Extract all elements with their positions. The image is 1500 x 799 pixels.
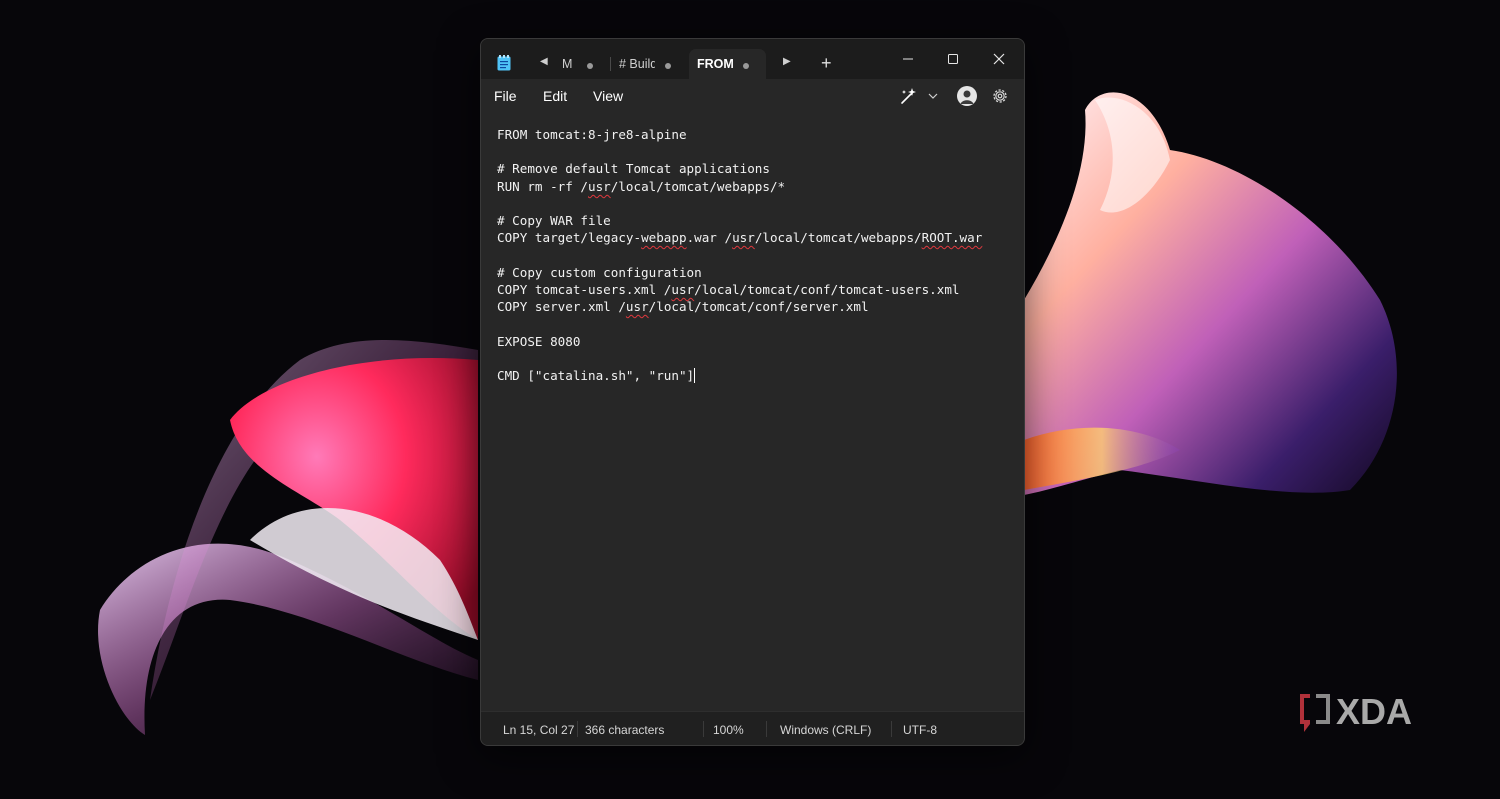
- code-line: # Copy custom configuration: [497, 265, 702, 280]
- close-icon[interactable]: [985, 45, 1013, 73]
- status-zoom[interactable]: 100%: [713, 723, 744, 737]
- status-separator: [703, 721, 704, 737]
- tab-1-unsaved-dot: [587, 63, 593, 69]
- menu-file[interactable]: File: [494, 88, 517, 104]
- tab-scroll-left-icon[interactable]: ◀: [540, 56, 548, 67]
- text-cursor: [694, 368, 696, 383]
- code-line: COPY tomcat-users.xml /usr/local/tomcat/…: [497, 282, 960, 297]
- tab-1[interactable]: M: [553, 49, 611, 79]
- tab-3-label: FROM: [697, 57, 734, 71]
- menu-edit[interactable]: Edit: [543, 88, 567, 104]
- menu-bar: File Edit View: [481, 79, 1024, 113]
- tab-1-label: M: [562, 57, 573, 71]
- plus-icon[interactable]: +: [821, 53, 832, 73]
- status-separator: [891, 721, 892, 737]
- minimize-icon[interactable]: [894, 45, 922, 73]
- tab-2-label: # Build: [619, 57, 655, 71]
- notepad-window: ◀ M # Build FROM ▶ + File Edit View FROM…: [480, 38, 1025, 746]
- status-separator: [766, 721, 767, 737]
- spelling-error: usr: [671, 282, 695, 297]
- tab-3-unsaved-dot: [743, 63, 749, 69]
- title-bar[interactable]: ◀ M # Build FROM ▶ +: [481, 39, 1024, 79]
- avatar-icon[interactable]: [957, 86, 977, 106]
- spelling-error: usr: [625, 299, 649, 314]
- status-bar: Ln 15, Col 27 366 characters 100% Window…: [481, 711, 1024, 745]
- code-line: FROM tomcat:8-jre8-alpine: [497, 127, 687, 142]
- tab-scroll-right-icon[interactable]: ▶: [783, 56, 791, 67]
- xda-watermark-logo: XDA: [1300, 691, 1412, 732]
- xda-watermark-text: XDA: [1336, 691, 1412, 732]
- chevron-down-icon[interactable]: [927, 90, 939, 102]
- code-line: RUN rm -rf /usr/local/tomcat/webapps/*: [497, 179, 786, 194]
- code-line: COPY target/legacy-webapp.war /usr/local…: [497, 230, 983, 245]
- spelling-error: usr: [732, 230, 755, 245]
- code-line: COPY server.xml /usr/local/tomcat/conf/s…: [497, 299, 869, 314]
- tab-2-unsaved-dot: [665, 63, 671, 69]
- spelling-error: usr: [588, 179, 611, 194]
- status-cursor-position[interactable]: Ln 15, Col 27: [503, 723, 574, 737]
- status-encoding[interactable]: UTF-8: [903, 723, 937, 737]
- notepad-icon: [497, 55, 511, 71]
- code-line: # Remove default Tomcat applications: [497, 161, 770, 176]
- maximize-icon[interactable]: [939, 45, 967, 73]
- gear-icon[interactable]: [990, 86, 1010, 106]
- code-line: EXPOSE 8080: [497, 334, 581, 349]
- status-separator: [577, 721, 578, 737]
- text-editor[interactable]: FROM tomcat:8-jre8-alpine # Remove defau…: [481, 113, 1024, 711]
- code-line-cursor-line: CMD ["catalina.sh", "run"]: [497, 368, 696, 383]
- status-line-ending[interactable]: Windows (CRLF): [780, 723, 871, 737]
- menu-view[interactable]: View: [593, 88, 623, 104]
- tab-3-active[interactable]: FROM: [689, 49, 766, 79]
- code-line: # Copy WAR file: [497, 213, 611, 228]
- spelling-error: ROOT.war: [921, 230, 983, 245]
- status-character-count[interactable]: 366 characters: [585, 723, 664, 737]
- copilot-icon[interactable]: [899, 86, 919, 106]
- spelling-error: webapp: [641, 230, 687, 245]
- tab-2[interactable]: # Build: [611, 49, 687, 79]
